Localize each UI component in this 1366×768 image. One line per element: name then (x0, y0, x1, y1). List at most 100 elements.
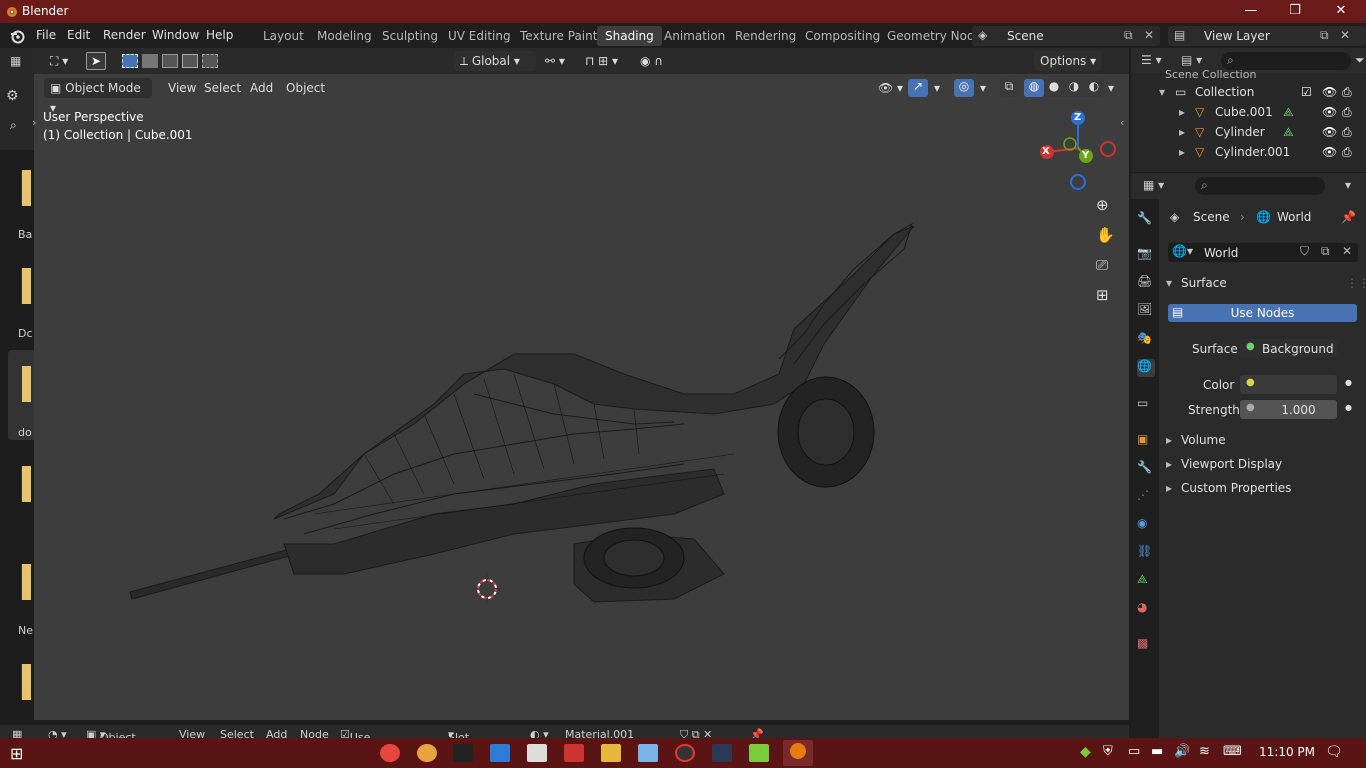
solid-shading-icon[interactable]: ● (1044, 79, 1064, 97)
physics-tab-icon[interactable]: ◉ (1137, 516, 1155, 534)
game-icon[interactable] (564, 744, 584, 762)
file-explorer-icon[interactable] (601, 744, 621, 762)
filter-icon[interactable]: ⏷ (1355, 53, 1365, 68)
use-nodes-button[interactable]: ▤ Use Nodes (1168, 304, 1357, 322)
keyboard-icon[interactable]: ⌨ (1223, 744, 1242, 759)
wireframe-model[interactable] (34, 74, 1129, 720)
tab-uv-editing[interactable]: UV Editing (440, 26, 519, 46)
editor-type-icon[interactable]: ☰ ▾ (1141, 53, 1162, 67)
tab-modeling[interactable]: Modeling (309, 26, 380, 46)
collapse-arrow-icon[interactable]: ▾ (1166, 276, 1172, 290)
xray-icon[interactable]: ⧉ (999, 79, 1019, 97)
editor-type-icon[interactable]: ⛶ ▾ (44, 51, 74, 71)
gizmo-toggle-icon[interactable]: ↗ (908, 79, 928, 97)
outliner-object-row[interactable]: ▸ ▽ Cube.001 ⟁ 👁 ⎙ (1131, 102, 1366, 122)
maximize-button[interactable]: ❐ (1272, 0, 1318, 23)
viewport-menu-add[interactable]: Add (244, 78, 279, 98)
pan-hand-icon[interactable]: ✋ (1096, 226, 1115, 244)
visibility-eye-icon[interactable]: 👁 (1322, 125, 1337, 139)
taskbar-clock[interactable]: 11:10 PM (1259, 745, 1315, 759)
overlays-icon[interactable]: ◎ (954, 79, 974, 97)
data-tab-icon[interactable]: ⟁ (1137, 572, 1155, 590)
view-layer-selector[interactable]: ▤ View Layer ⧉ ✕ (1168, 26, 1366, 46)
keyframe-dot-icon[interactable]: ● (1345, 378, 1352, 387)
keyframe-dot-icon[interactable]: ● (1345, 403, 1352, 412)
scene-selector[interactable]: ◈ Scene ⧉ ✕ (972, 26, 1160, 46)
notepad-icon[interactable] (638, 744, 658, 762)
outliner-collection-row[interactable]: ▾ ▭ Collection ☑ 👁 ⎙ (1131, 82, 1366, 102)
custom-properties-panel-header[interactable]: Custom Properties (1181, 481, 1291, 495)
wifi-icon[interactable]: ≋ (1199, 744, 1210, 759)
volume-icon[interactable]: 🔊 (1174, 744, 1190, 759)
file-thumbnail[interactable] (21, 366, 31, 402)
properties-search-input[interactable]: ⌕ (1195, 177, 1325, 195)
render-camera-icon[interactable]: ⎙ (1342, 125, 1352, 140)
volume-panel-header[interactable]: Volume (1181, 433, 1226, 447)
transform-orientation-dropdown[interactable]: ⟂ Global ▾ (454, 51, 536, 71)
minimize-button[interactable]: — (1228, 0, 1274, 23)
start-windows-icon[interactable]: ⊞ (10, 744, 23, 763)
sidebar-toggle-icon[interactable]: ‹ (1120, 116, 1124, 129)
tab-animation[interactable]: Animation (656, 26, 733, 46)
tab-rendering[interactable]: Rendering (727, 26, 804, 46)
options-dropdown[interactable]: Options ▾ (1034, 51, 1103, 71)
fake-user-icon[interactable]: ⛉ (1300, 244, 1309, 259)
proportional-edit-icon[interactable]: ◉ ∩ (634, 51, 669, 71)
close-button[interactable]: ✕ (1318, 0, 1364, 23)
outliner-object-row[interactable]: ▸ ▽ Cylinder ⟁ 👁 ⎙ (1131, 122, 1366, 142)
material-tab-icon[interactable]: ◕ (1137, 600, 1155, 618)
tab-geometry-nodes[interactable]: Geometry Nod (879, 26, 983, 46)
expand-arrow-icon[interactable]: ▸ (1179, 125, 1185, 139)
snap-icon[interactable]: ⊓ ⊞ ▾ (579, 51, 624, 71)
viewport-display-panel-header[interactable]: Viewport Display (1181, 457, 1282, 471)
menu-help[interactable]: Help (206, 28, 233, 42)
strength-slider[interactable]: ● 1.000 (1240, 400, 1337, 419)
editor-type-icon[interactable]: ▦ (10, 54, 21, 68)
collection-tab-icon[interactable]: ▭ (1137, 396, 1155, 414)
overlays-dropdown-icon[interactable]: ▾ (974, 78, 992, 98)
surface-panel-header[interactable]: Surface (1181, 276, 1227, 290)
texture-tab-icon[interactable]: ▩ (1137, 636, 1155, 654)
chrome-icon[interactable] (380, 744, 400, 762)
scene-tab-icon[interactable]: 🎭 (1137, 331, 1155, 349)
object-tab-icon[interactable]: ▣ (1137, 432, 1155, 450)
battery-icon[interactable]: ▬ (1151, 744, 1163, 759)
tool-tab-icon[interactable]: 🔧 (1137, 211, 1155, 229)
tab-texture-paint[interactable]: Texture Paint (512, 26, 605, 46)
file-thumbnail[interactable] (21, 466, 31, 502)
tab-layout[interactable]: Layout (255, 26, 312, 46)
view-layer-tab-icon[interactable]: 🖼 (1137, 302, 1155, 320)
wireframe-shading-icon[interactable]: ◍ (1024, 79, 1044, 97)
options-dropdown-icon[interactable]: ▾ (1345, 178, 1351, 192)
outliner-object-row[interactable]: ▸ ▽ Cylinder.001 👁 ⎙ (1131, 142, 1366, 162)
material-shading-icon[interactable]: ◑ (1064, 79, 1084, 97)
expand-arrow-icon[interactable]: ▸ (1179, 105, 1185, 119)
tab-sculpting[interactable]: Sculpting (374, 26, 446, 46)
menu-file[interactable]: File (36, 28, 56, 42)
editor-type-icon[interactable]: ▦ ▾ (1143, 178, 1164, 192)
render-camera-icon[interactable]: ⎙ (1342, 105, 1352, 120)
select-invert-icon[interactable] (182, 54, 198, 68)
chrome-profile-icon[interactable] (417, 744, 437, 762)
world-datablock-selector[interactable]: 🌐▾ World ⛉ ⧉ ✕ (1168, 243, 1358, 262)
world-tab-icon[interactable]: 🌐 (1137, 359, 1155, 377)
search-icon[interactable]: ⌕ (10, 118, 17, 133)
select-subtract-icon[interactable] (162, 54, 178, 68)
ortho-grid-icon[interactable]: ⊞ (1096, 286, 1109, 304)
output-tab-icon[interactable]: 🖨 (1137, 274, 1155, 292)
toolbar-toggle-icon[interactable]: › (32, 116, 36, 129)
minecraft-icon[interactable] (749, 744, 769, 762)
particles-tab-icon[interactable]: ⋰ (1137, 488, 1155, 506)
camera-view-icon[interactable]: ⎚ (1096, 256, 1108, 274)
shading-dropdown-icon[interactable]: ▾ (1102, 78, 1120, 98)
select-box-tool-icon[interactable]: ➤ (86, 52, 106, 70)
rendered-shading-icon[interactable]: ◐ (1084, 79, 1104, 97)
viewport-menu-view[interactable]: View (162, 78, 202, 98)
gizmo-dropdown-icon[interactable]: ▾ (928, 78, 946, 98)
menu-edit[interactable]: Edit (67, 28, 90, 42)
copy-view-layer-icon[interactable]: ⧉ (1320, 28, 1329, 43)
expand-arrow-icon[interactable]: ▾ (1159, 85, 1165, 99)
blender-menu-icon[interactable] (9, 28, 25, 44)
drag-handle-icon[interactable]: ⋮⋮ (1346, 276, 1366, 290)
world-browse-icon[interactable]: 🌐▾ (1172, 244, 1193, 258)
